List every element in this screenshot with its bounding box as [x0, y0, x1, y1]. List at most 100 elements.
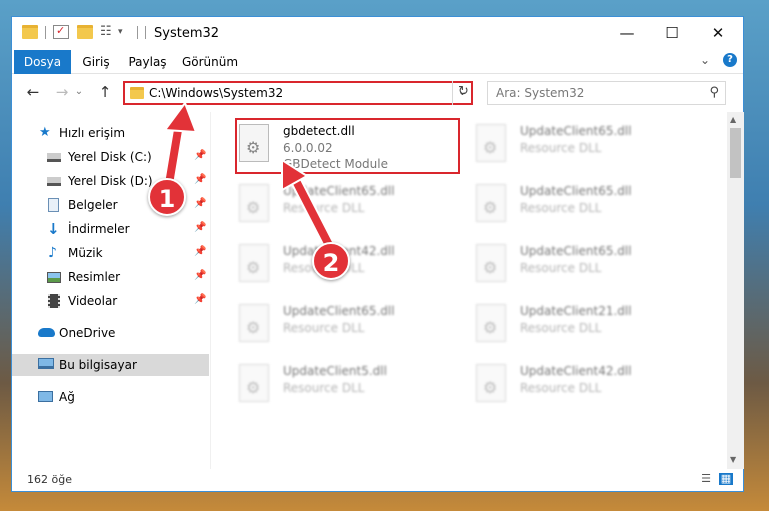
file-item[interactable]: ⚙ UpdateClient65.dll Resource DLL: [471, 178, 701, 230]
drive-icon: [47, 177, 61, 186]
sidebar-item-label: OneDrive: [59, 326, 116, 340]
sidebar-item-this-pc[interactable]: Bu bilgisayar: [12, 354, 209, 376]
up-button[interactable]: ↑: [95, 82, 115, 102]
sidebar-item-label: Videolar: [68, 294, 118, 308]
file-item[interactable]: ⚙ UpdateClient65.dll Resource DLL: [234, 298, 464, 350]
pin-icon[interactable]: 📌: [194, 270, 206, 281]
close-button[interactable]: ✕: [696, 21, 740, 47]
file-name: UpdateClient42.dll: [520, 364, 632, 378]
sidebar-item-quick-access[interactable]: ★ Hızlı erişim: [12, 122, 209, 144]
file-name: UpdateClient65.dll: [520, 184, 632, 198]
sidebar-item-label: Yerel Disk (D:): [68, 174, 153, 188]
file-item[interactable]: ⚙ UpdateClient65.dll Resource DLL: [471, 118, 701, 170]
tiles-view-icon[interactable]: ▦: [719, 473, 733, 485]
file-name: UpdateClient5.dll: [283, 364, 387, 378]
help-icon[interactable]: ?: [723, 53, 737, 67]
sidebar-item-label: Hızlı erişim: [59, 126, 126, 140]
file-item[interactable]: ⚙ UpdateClient5.dll Resource DLL: [234, 358, 464, 410]
ribbon-tabs: Dosya Giriş Paylaş Görünüm ⌄ ?: [12, 50, 743, 74]
explorer-window: ✓ ☷ ▾ System32 — ☐ ✕ Dosya Giriş Paylaş …: [11, 16, 744, 492]
file-name: UpdateClient65.dll: [520, 244, 632, 258]
forward-button[interactable]: →: [52, 82, 72, 102]
dll-file-icon: ⚙: [239, 244, 269, 282]
file-item[interactable]: ⚙ UpdateClient65.dll Resource DLL: [234, 178, 464, 230]
callout-step-2: 2: [312, 242, 350, 280]
dropdown-arrow-icon[interactable]: ▾: [118, 25, 134, 39]
file-name: UpdateClient65.dll: [520, 124, 632, 138]
sidebar-item-music[interactable]: ♪ Müzik 📌: [12, 242, 209, 264]
pin-icon[interactable]: 📌: [194, 174, 206, 185]
sidebar-item-label: Yerel Disk (C:): [68, 150, 152, 164]
maximize-button[interactable]: ☐: [650, 21, 694, 47]
file-description: Resource DLL: [520, 321, 602, 335]
details-view-icon[interactable]: ☰: [699, 473, 713, 485]
pin-icon[interactable]: 📌: [194, 246, 206, 257]
pin-icon[interactable]: 📌: [194, 150, 206, 161]
new-folder-icon[interactable]: [77, 25, 93, 39]
title-bar: ✓ ☷ ▾ System32 — ☐ ✕: [12, 17, 743, 50]
dll-file-icon: ⚙: [476, 364, 506, 402]
tab-share[interactable]: Paylaş: [120, 50, 175, 74]
separator: [137, 26, 138, 39]
recent-locations-button[interactable]: ⌄: [73, 82, 85, 102]
folder-icon: [130, 87, 144, 99]
sidebar-item-videos[interactable]: Videolar 📌: [12, 290, 209, 312]
sidebar-item-onedrive[interactable]: OneDrive: [12, 322, 209, 344]
folder-icon: [22, 25, 38, 39]
sidebar-item-label: Bu bilgisayar: [59, 358, 137, 372]
dll-file-icon: ⚙: [239, 364, 269, 402]
properties-icon[interactable]: ✓: [53, 24, 69, 39]
tab-view[interactable]: Görünüm: [178, 50, 242, 74]
scroll-thumb[interactable]: [730, 128, 741, 178]
sidebar-item-label: Ağ: [59, 390, 75, 404]
navigation-bar: ← → ⌄ ↑ C:\Windows\System32 ⌄ ↻ Ara: Sys…: [12, 74, 743, 110]
file-name: UpdateClient21.dll: [520, 304, 632, 318]
sidebar-item-downloads[interactable]: ↓ İndirmeler 📌: [12, 218, 209, 240]
pictures-icon: [47, 272, 61, 283]
vertical-scrollbar[interactable]: ▲ ▼: [727, 112, 744, 469]
tab-file[interactable]: Dosya: [14, 50, 71, 74]
file-description: Resource DLL: [520, 381, 602, 395]
address-bar[interactable]: C:\Windows\System32 ⌄: [123, 81, 473, 105]
customize-icon[interactable]: ☷: [100, 25, 116, 39]
search-box[interactable]: Ara: System32 ⚲: [487, 81, 726, 105]
separator: [45, 26, 46, 39]
file-name: UpdateClient65.dll: [283, 184, 395, 198]
refresh-button[interactable]: ↻: [452, 81, 474, 105]
dll-file-icon: ⚙: [239, 304, 269, 342]
scroll-up-icon[interactable]: ▲: [730, 115, 736, 124]
file-item[interactable]: ⚙ UpdateClient65.dll Resource DLL: [471, 238, 701, 290]
search-icon[interactable]: ⚲: [709, 85, 719, 100]
sidebar-item-disk-c[interactable]: Yerel Disk (C:) 📌: [12, 146, 209, 168]
file-description: Resource DLL: [520, 141, 602, 155]
file-description: Resource DLL: [283, 321, 365, 335]
back-button[interactable]: ←: [23, 82, 43, 102]
file-highlight-box: [235, 118, 460, 174]
dll-file-icon: ⚙: [476, 304, 506, 342]
file-item[interactable]: ⚙ UpdateClient42.dll Resource DLL: [471, 358, 701, 410]
pin-icon[interactable]: 📌: [194, 222, 206, 233]
file-description: Resource DLL: [520, 261, 602, 275]
file-item[interactable]: ⚙ UpdateClient21.dll Resource DLL: [471, 298, 701, 350]
downloads-icon: ↓: [47, 220, 60, 238]
drive-icon: [47, 153, 61, 162]
navigation-pane: ★ Hızlı erişim Yerel Disk (C:) 📌 Yerel D…: [12, 112, 209, 469]
computer-icon: [38, 358, 54, 369]
documents-icon: [48, 198, 59, 212]
sidebar-item-pictures[interactable]: Resimler 📌: [12, 266, 209, 288]
ribbon-expand-icon[interactable]: ⌄: [700, 53, 710, 67]
sidebar-item-network[interactable]: Ağ: [12, 386, 209, 408]
sidebar-item-label: Müzik: [68, 246, 103, 260]
file-description: Resource DLL: [283, 201, 365, 215]
address-path[interactable]: C:\Windows\System32: [149, 86, 283, 100]
window-title: System32: [154, 26, 220, 41]
pin-icon[interactable]: 📌: [194, 294, 206, 305]
status-bar: 162 öğe ☰ ▦: [12, 469, 743, 491]
scroll-down-icon[interactable]: ▼: [730, 455, 736, 464]
pin-icon[interactable]: 📌: [194, 198, 206, 209]
minimize-button[interactable]: —: [605, 21, 649, 47]
search-input[interactable]: Ara: System32: [496, 86, 584, 100]
star-icon: ★: [39, 125, 51, 140]
file-description: Resource DLL: [520, 201, 602, 215]
tab-home[interactable]: Giriş: [74, 50, 118, 74]
